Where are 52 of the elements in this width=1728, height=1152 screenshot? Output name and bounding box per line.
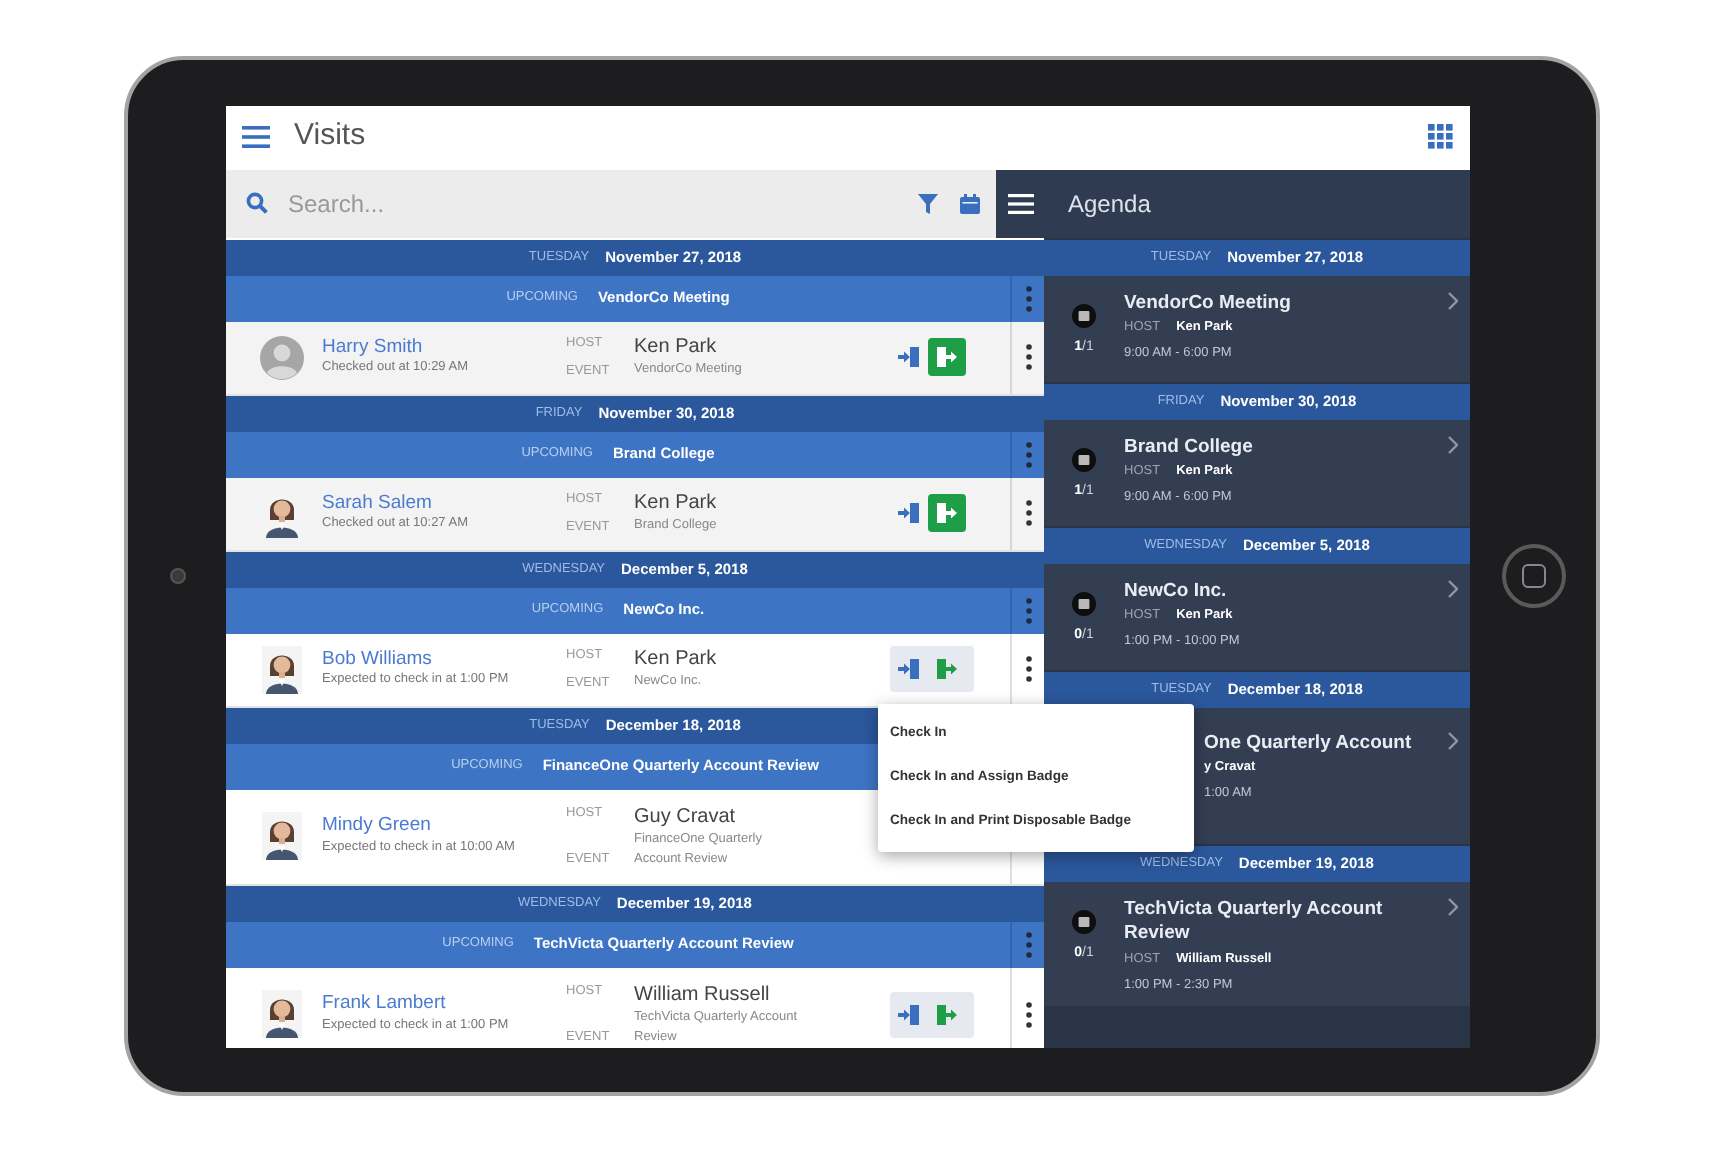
event-title: One Quarterly Account <box>1204 731 1414 757</box>
camera-lens <box>169 568 185 584</box>
calendar-icon <box>1072 909 1096 933</box>
chevron-icon[interactable] <box>1448 435 1458 453</box>
calendar-icon <box>1072 591 1096 615</box>
chevron-icon[interactable] <box>1448 579 1458 597</box>
check-in-button[interactable] <box>898 658 920 680</box>
event-title: NewCo Inc. <box>1124 579 1229 605</box>
calendar-icon <box>1072 303 1096 327</box>
event-title: Brand College <box>1124 435 1255 461</box>
event-title: VendorCo Meeting <box>1124 291 1293 317</box>
check-out-button[interactable] <box>928 338 966 376</box>
search-field[interactable]: Search... <box>288 185 918 221</box>
check-in-button[interactable] <box>898 346 920 368</box>
calendar-icon[interactable] <box>960 193 980 213</box>
sign-out-icon <box>936 502 958 524</box>
visitor-name[interactable]: Harry Smith <box>322 335 566 359</box>
host-name: Ken Park <box>634 490 717 517</box>
menu-icon[interactable] <box>242 126 270 148</box>
check-in-button[interactable] <box>898 1003 920 1025</box>
chevron-icon[interactable] <box>1448 731 1458 749</box>
page-title: Visits <box>294 116 366 157</box>
host-name: Guy Cravat <box>634 803 738 830</box>
apps-grid-icon[interactable] <box>1428 124 1454 150</box>
host-name: Ken Park <box>634 646 717 673</box>
check-out-button[interactable] <box>928 494 966 532</box>
menu-icon[interactable] <box>1007 193 1033 213</box>
filter-icon[interactable] <box>918 193 938 213</box>
visitor-name[interactable]: Sarah Salem <box>322 491 566 515</box>
sign-out-icon <box>936 658 958 680</box>
host-name: Ken Park <box>634 334 719 361</box>
calendar-icon <box>1072 447 1096 471</box>
more-icon[interactable] <box>1025 1001 1031 1027</box>
visitor-name[interactable]: Bob Williams <box>322 647 566 671</box>
chevron-icon[interactable] <box>1448 291 1458 309</box>
event-title: TechVicta Quarterly Account Review <box>1124 897 1385 949</box>
search-bar[interactable]: Search... <box>226 169 1044 237</box>
menu-button[interactable] <box>996 169 1044 237</box>
sign-out-icon <box>936 346 958 368</box>
check-in-button[interactable] <box>898 502 920 524</box>
host-name: William Russell <box>634 981 772 1008</box>
panel-title: Agenda <box>1044 169 1470 237</box>
chevron-icon[interactable] <box>1448 897 1458 915</box>
more-icon[interactable] <box>1025 656 1031 682</box>
avatar-icon <box>260 335 304 379</box>
home-button[interactable] <box>1501 544 1565 608</box>
visitor-name[interactable]: Mindy Green <box>322 814 566 838</box>
sign-out-icon <box>936 1003 958 1025</box>
more-icon[interactable] <box>1025 500 1031 526</box>
visitor-name[interactable]: Frank Lambert <box>322 992 566 1016</box>
more-icon[interactable] <box>1025 344 1031 370</box>
search-icon <box>246 192 268 214</box>
